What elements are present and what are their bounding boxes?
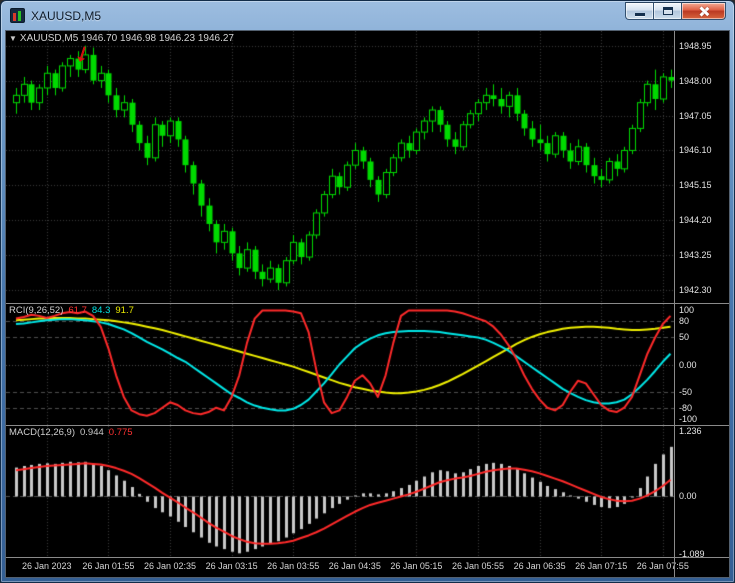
collapse-arrow-icon[interactable]: ▼ xyxy=(9,34,17,43)
axis-label: -100 xyxy=(679,413,698,424)
minimize-button[interactable] xyxy=(625,2,654,20)
price-axis[interactable]: 1948.95 1948.00 1947.05 1946.10 1945.15 1944.… xyxy=(675,31,729,303)
window-titlebar[interactable]: XAUUSD,M5 xyxy=(1,1,734,30)
mt4-chart-window: XAUUSD,M5 ▼ XAUUSD,M5 1946.70 1946.98 194… xyxy=(0,0,735,583)
chart-client-area: ▼ XAUUSD,M5 1946.70 1946.98 1946.23 1946.… xyxy=(5,30,730,578)
rci-name: RCI(9,26,52) xyxy=(9,305,64,316)
macd-panel: MACD(12,26,9) 0.944 0.775 1.236 0.00 -1.089 xyxy=(6,426,729,559)
axis-label: 80 xyxy=(679,316,690,327)
time-label: 26 Jan 01:55 xyxy=(82,561,135,571)
ohlc-header: ▼ XAUUSD,M5 1946.70 1946.98 1946.23 1946.… xyxy=(9,33,234,44)
price-panel: ▼ XAUUSD,M5 1946.70 1946.98 1946.23 1946.… xyxy=(6,31,729,303)
close-button[interactable] xyxy=(682,2,726,20)
rci-panel: RCI(9,26,52) 61.7 84.3 91.7 100 80 50 0.00 -50 -… xyxy=(6,304,729,425)
axis-label: 1947.05 xyxy=(679,110,712,121)
time-label: 26 Jan 2023 xyxy=(22,561,72,571)
axis-label: 1942.30 xyxy=(679,285,712,296)
axis-label: 1943.25 xyxy=(679,250,712,261)
macd-label: MACD(12,26,9) 0.944 0.775 xyxy=(9,427,133,438)
app-icon[interactable] xyxy=(10,8,25,23)
axis-label: 100 xyxy=(679,305,695,316)
axis-separator-line xyxy=(674,31,675,577)
macd-indicator-canvas[interactable] xyxy=(6,426,674,557)
axis-label: -80 xyxy=(679,402,693,413)
rci-value-1: 61.7 xyxy=(68,305,87,316)
time-label: 26 Jan 04:35 xyxy=(328,561,381,571)
close-icon xyxy=(697,5,710,18)
time-label: 26 Jan 06:35 xyxy=(513,561,566,571)
rci-axis[interactable]: 100 80 50 0.00 -50 -80 -100 xyxy=(675,304,729,425)
axis-label: 1948.00 xyxy=(679,75,712,86)
time-label: 26 Jan 02:35 xyxy=(143,561,197,571)
minimize-icon xyxy=(634,12,645,16)
rci-value-2: 84.3 xyxy=(91,305,111,316)
axis-label: 1944.20 xyxy=(679,215,712,226)
rci-value-3: 91.7 xyxy=(115,305,134,316)
time-label: 26 Jan 05:55 xyxy=(451,561,505,571)
maximize-button[interactable] xyxy=(654,2,682,20)
time-label: 26 Jan 07:15 xyxy=(575,561,628,571)
axis-label: -50 xyxy=(679,386,693,397)
time-axis[interactable]: 26 Jan 2023 26 Jan 01:55 26 Jan 02:35 26 Ja… xyxy=(6,558,729,577)
rci-label: RCI(9,26,52) 61.7 84.3 91.7 xyxy=(9,305,134,316)
time-label: 26 Jan 03:15 xyxy=(205,561,258,571)
time-label: 26 Jan 07:55 xyxy=(636,561,689,571)
maximize-icon xyxy=(662,7,673,15)
macd-value-1: 0.944 xyxy=(80,427,104,438)
window-title: XAUUSD,M5 xyxy=(31,8,102,23)
axis-label: 50 xyxy=(679,332,690,343)
time-label: 26 Jan 03:55 xyxy=(267,561,320,571)
axis-label: 0.00 xyxy=(679,491,697,502)
window-controls xyxy=(625,2,726,20)
macd-axis[interactable]: 1.236 0.00 -1.089 xyxy=(675,426,729,558)
price-chart-canvas[interactable] xyxy=(6,31,674,303)
rci-indicator-canvas[interactable] xyxy=(6,304,674,425)
axis-label: 1.236 xyxy=(679,426,702,437)
axis-label: 1945.15 xyxy=(679,180,712,191)
macd-name: MACD(12,26,9) xyxy=(9,427,75,438)
ohlc-text: XAUUSD,M5 1946.70 1946.98 1946.23 1946.2… xyxy=(19,33,234,44)
axis-label: 1946.10 xyxy=(679,145,712,156)
axis-label: 1948.95 xyxy=(679,40,712,51)
axis-label: 0.00 xyxy=(679,359,697,370)
time-label: 26 Jan 05:15 xyxy=(390,561,443,571)
macd-value-2: 0.775 xyxy=(108,427,133,438)
